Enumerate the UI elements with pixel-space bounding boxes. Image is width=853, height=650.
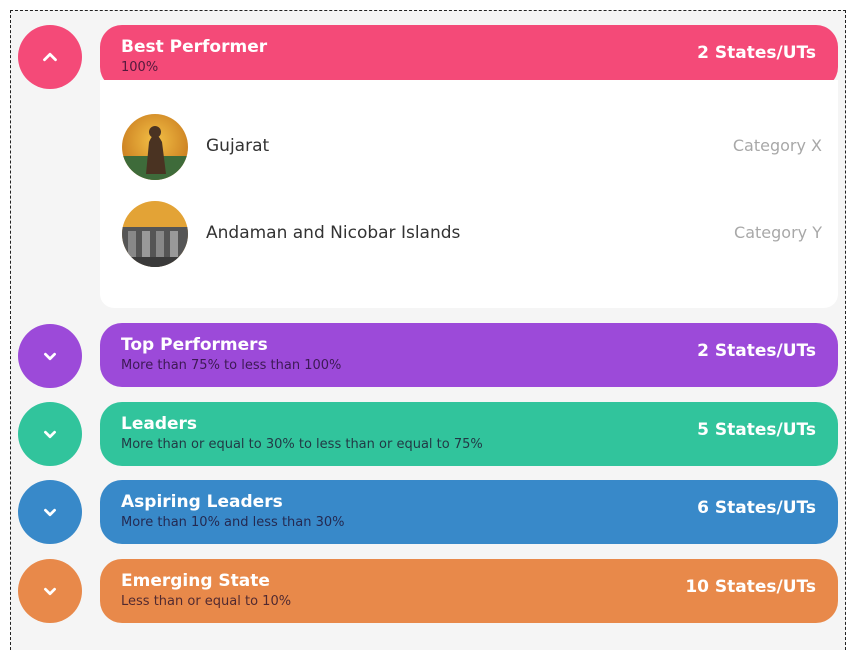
category-count: 2 States/UTs [697, 43, 816, 63]
chevron-up-icon [43, 52, 57, 62]
chevron-down-icon [44, 352, 56, 361]
chevron-down-icon [44, 587, 56, 596]
best-performer-list: Gujarat Category X Andaman and Nicobar I… [100, 80, 838, 308]
chevron-down-icon [44, 508, 56, 517]
state-name: Gujarat [206, 136, 270, 156]
state-name: Andaman and Nicobar Islands [206, 223, 461, 243]
state-category: Category Y [734, 223, 822, 242]
category-header-top[interactable]: Top Performers More than 75% to less tha… [100, 323, 838, 387]
category-header-emerging[interactable]: Emerging State Less than or equal to 10%… [100, 559, 838, 623]
category-count: 2 States/UTs [697, 341, 816, 361]
expand-toggle-top[interactable] [18, 324, 82, 388]
category-header-leaders[interactable]: Leaders More than or equal to 30% to les… [100, 402, 838, 466]
state-category: Category X [732, 136, 822, 155]
expand-toggle-leaders[interactable] [18, 402, 82, 466]
expand-toggle-emerging[interactable] [18, 559, 82, 623]
category-header-aspiring[interactable]: Aspiring Leaders More than 10% and less … [100, 480, 838, 544]
category-count: 10 States/UTs [685, 577, 816, 597]
chevron-down-icon [44, 430, 56, 439]
category-count: 6 States/UTs [697, 498, 816, 518]
list-item[interactable]: Gujarat Category X [122, 114, 822, 180]
expand-toggle-aspiring[interactable] [18, 480, 82, 544]
list-item[interactable]: Andaman and Nicobar Islands Category Y [122, 201, 822, 267]
avatar [122, 201, 188, 267]
collapse-toggle-best[interactable] [18, 25, 82, 89]
avatar [122, 114, 188, 180]
category-count: 5 States/UTs [697, 420, 816, 440]
